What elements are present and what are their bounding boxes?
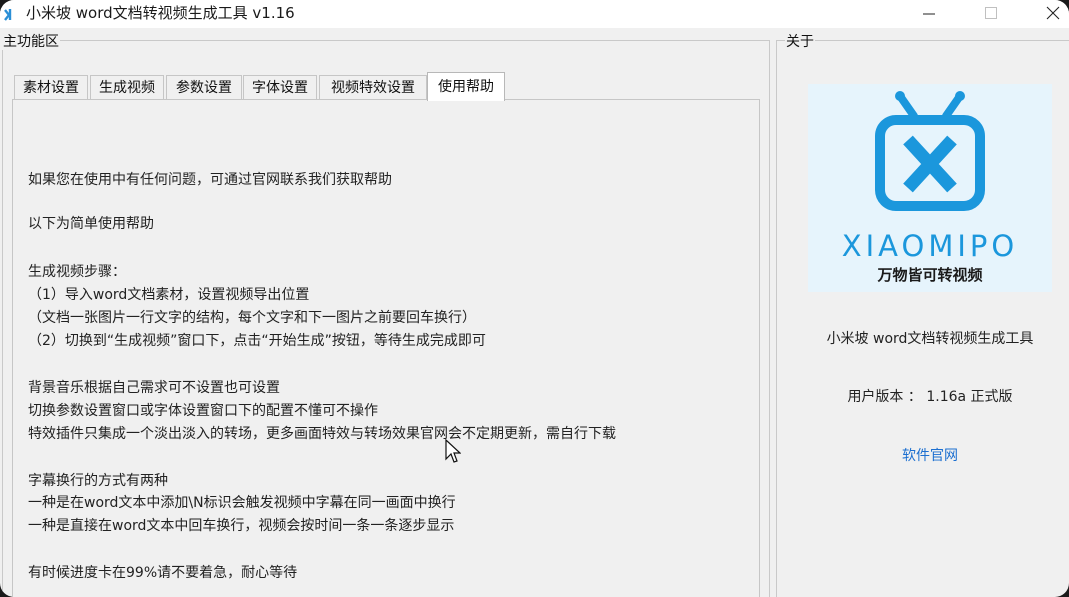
help-line: 切换参数设置窗口或字体设置窗口下的配置不懂可不操作 xyxy=(28,403,378,419)
tab-generate-video[interactable]: 生成视频 xyxy=(90,75,164,100)
help-line: （文档一张图片一行文字的结构，每个文字和下一图片之前要回车换行） xyxy=(28,310,476,326)
brand-name: XIAOMIPO xyxy=(841,229,1019,263)
help-line: 特效插件只集成一个淡出淡入的转场，更多画面特效与转场效果官网会不定期更新，需自行… xyxy=(28,426,616,442)
version-text: 用户版本 ： 1.16a 正式版 xyxy=(847,389,1013,405)
tab-help[interactable]: 使用帮助 xyxy=(427,72,505,101)
tab-parameter-settings[interactable]: 参数设置 xyxy=(166,75,242,100)
help-line: 一种是在word文本中添加\N标识会触发视频中字幕在同一画面中换行 xyxy=(28,495,456,511)
tab-material-settings[interactable]: 素材设置 xyxy=(14,75,88,100)
close-button[interactable] xyxy=(1030,0,1069,28)
help-line: 一种是直接在word文本中回车换行，视频会按时间一条一条逐步显示 xyxy=(28,518,455,534)
tab-font-settings[interactable]: 字体设置 xyxy=(243,75,317,100)
brand-slogan: 万物皆可转视频 xyxy=(877,266,983,284)
help-line: 生成视频步骤： xyxy=(28,264,126,280)
help-line: 字幕换行的方式有两种 xyxy=(28,473,168,489)
about-group-caption: 关于 xyxy=(785,34,815,50)
title-bar[interactable]: 小米坡 word文档转视频生成工具 v1.16 xyxy=(0,0,1069,28)
maximize-icon xyxy=(985,7,997,19)
main-group-caption: 主功能区 xyxy=(2,34,60,50)
app-window: 小米坡 word文档转视频生成工具 v1.16 主功能区 素材设置 生成视频 参… xyxy=(0,0,1069,597)
app-icon xyxy=(4,9,12,21)
maximize-button[interactable] xyxy=(968,0,1014,28)
help-tab-panel: 如果您在使用中有任何问题，可通过官网联系我们获取帮助 以下为简单使用帮助 生成视… xyxy=(12,99,760,597)
help-line: （2）切换到“生成视频”窗口下，点击“开始生成”按钮，等待生成完成即可 xyxy=(28,333,486,349)
minimize-icon xyxy=(923,13,935,15)
tv-x-logo-icon xyxy=(875,91,985,211)
minimize-button[interactable] xyxy=(906,0,952,28)
mouse-cursor-icon xyxy=(445,439,461,463)
help-line: 有时候进度卡在99%请不要着急，耐心等待 xyxy=(28,565,298,581)
website-link[interactable]: 软件官网 xyxy=(902,448,958,464)
help-line: 以下为简单使用帮助 xyxy=(28,216,154,232)
window-title: 小米坡 word文档转视频生成工具 v1.16 xyxy=(26,4,295,22)
brand-logo: XIAOMIPO 万物皆可转视频 xyxy=(808,84,1052,292)
help-line: 如果您在使用中有任何问题，可通过官网联系我们获取帮助 xyxy=(28,172,392,188)
help-line: 背景音乐根据自己需求可不设置也可设置 xyxy=(28,380,280,396)
tab-video-effects-settings[interactable]: 视频特效设置 xyxy=(319,75,427,100)
close-icon xyxy=(1046,6,1060,20)
help-line: （1）导入word文档素材，设置视频导出位置 xyxy=(28,287,310,303)
product-name: 小米坡 word文档转视频生成工具 xyxy=(826,331,1034,347)
website-link-row: 软件官网 xyxy=(784,447,1069,465)
